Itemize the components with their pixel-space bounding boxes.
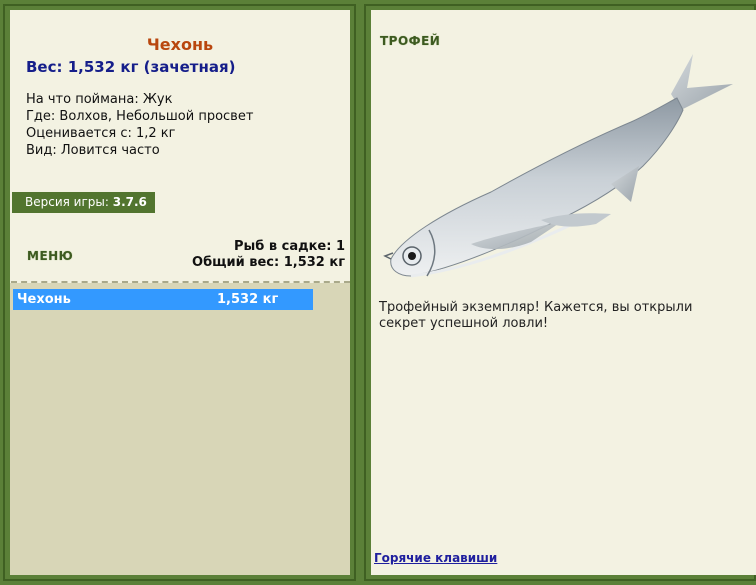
list-item-weight: 1,532 кг [217,292,279,307]
list-item-name: Чехонь [17,292,71,307]
fish-image [383,54,733,278]
list-item[interactable]: Чехонь 1,532 кг [13,289,313,310]
hotkeys-link[interactable]: Горячие клавиши [374,551,497,565]
keepnet-stats: Рыб в садке: 1 Общий вес: 1,532 кг [192,239,345,271]
keepnet-list: Чехонь 1,532 кг [10,283,350,575]
version-value: 3.7.6 [112,195,147,209]
fish-bait: На что поймана: Жук [26,92,173,107]
fish-appraised: Оценивается с: 1,2 кг [26,126,176,141]
trophy-description: Трофейный экземпляр! Кажется, вы открыли… [379,300,693,331]
fish-info-panel: Чехонь Вес: 1,532 кг (зачетная) На что п… [10,10,350,575]
fish-location: Где: Волхов, Небольшой просвет [26,109,254,124]
game-version-bar: Версия игры: 3.7.6 [12,192,155,213]
fish-weight: Вес: 1,532 кг (зачетная) [26,58,236,76]
menu-button[interactable]: МЕНЮ [27,249,73,263]
fish-name-title: Чехонь [146,35,214,54]
fish-count: Рыб в садке: 1 [233,239,345,254]
total-weight: Общий вес: 1,532 кг [192,255,345,270]
fish-kind: Вид: Ловится часто [26,143,160,158]
version-label: Версия игры: [25,195,109,209]
trophy-panel: ТРОФЕЙ Трофейный экземпляр! Кажется, вы … [371,10,756,575]
